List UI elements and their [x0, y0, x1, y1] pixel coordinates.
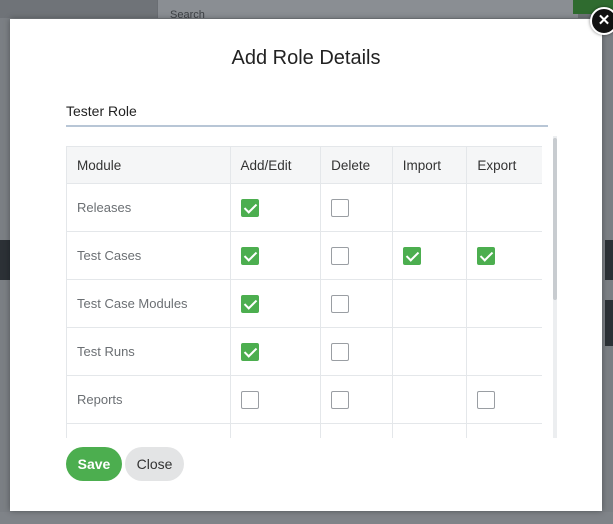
add-edit-cell — [229, 231, 322, 280]
empty-cell — [66, 423, 231, 438]
add-edit-checkbox[interactable] — [240, 198, 259, 217]
delete-checkbox[interactable] — [331, 342, 350, 361]
module-name-cell: Test Cases — [66, 231, 231, 280]
export-cell — [466, 375, 542, 424]
table-scrollbar[interactable] — [553, 136, 557, 438]
module-name-cell: Releases — [66, 183, 231, 232]
background-search-input: Search — [157, 0, 578, 21]
empty-cell — [391, 423, 468, 438]
table-header-row: Module Add/Edit Delete Import Export — [66, 146, 542, 184]
table-row: Test Case Modules — [66, 279, 542, 328]
permissions-table-container: Module Add/Edit Delete Import Export Rel… — [66, 146, 542, 438]
table-scrollbar-thumb[interactable] — [553, 138, 557, 300]
import-cell — [391, 375, 468, 424]
modal-title: Add Role Details — [231, 47, 381, 69]
empty-cell — [229, 423, 322, 438]
table-row — [66, 423, 542, 438]
export-cell — [466, 327, 542, 376]
delete-checkbox[interactable] — [331, 198, 350, 217]
close-button[interactable]: Close — [125, 447, 184, 481]
add-edit-cell — [229, 279, 322, 328]
table-row: Releases — [66, 183, 542, 232]
delete-checkbox[interactable] — [331, 246, 350, 265]
export-checkbox[interactable] — [477, 246, 496, 265]
add-edit-cell — [229, 327, 322, 376]
background-left-strip — [0, 240, 10, 280]
delete-cell — [320, 375, 393, 424]
role-name-input[interactable] — [66, 97, 548, 127]
export-checkbox[interactable] — [477, 390, 496, 409]
module-name-cell: Test Case Modules — [66, 279, 231, 328]
delete-cell — [320, 231, 393, 280]
background-right-strip-lower — [605, 300, 613, 346]
add-edit-cell — [229, 375, 322, 424]
module-name-cell: Test Runs — [66, 327, 231, 376]
empty-cell — [466, 423, 542, 438]
save-button[interactable]: Save — [66, 447, 122, 481]
background-right-strip — [605, 240, 613, 280]
empty-cell — [320, 423, 393, 438]
table-row: Reports — [66, 375, 542, 424]
column-header-add-edit: Add/Edit — [229, 146, 322, 184]
export-cell — [466, 183, 542, 232]
table-row: Test Runs — [66, 327, 542, 376]
background-bottom-bar — [0, 512, 613, 524]
import-cell — [391, 327, 468, 376]
table-row: Test Cases — [66, 231, 542, 280]
module-name-cell: Reports — [66, 375, 231, 424]
column-header-export: Export — [466, 146, 542, 184]
import-cell — [391, 231, 468, 280]
permissions-table: Module Add/Edit Delete Import Export Rel… — [66, 146, 542, 438]
column-header-delete: Delete — [320, 146, 393, 184]
column-header-import: Import — [391, 146, 468, 184]
export-cell — [466, 231, 542, 280]
delete-cell — [320, 183, 393, 232]
column-header-module: Module — [66, 146, 231, 184]
delete-cell — [320, 327, 393, 376]
add-edit-checkbox[interactable] — [240, 342, 259, 361]
import-cell — [391, 279, 468, 328]
delete-cell — [320, 279, 393, 328]
add-edit-checkbox[interactable] — [240, 294, 259, 313]
add-edit-checkbox[interactable] — [240, 390, 259, 409]
add-edit-cell — [229, 183, 322, 232]
close-icon[interactable]: ✕ — [590, 7, 613, 35]
delete-checkbox[interactable] — [331, 390, 350, 409]
add-edit-checkbox[interactable] — [240, 246, 259, 265]
import-checkbox[interactable] — [402, 246, 421, 265]
add-role-modal: Add Role Details Module Add/Edit Delete … — [10, 19, 602, 511]
delete-checkbox[interactable] — [331, 294, 350, 313]
export-cell — [466, 279, 542, 328]
import-cell — [391, 183, 468, 232]
